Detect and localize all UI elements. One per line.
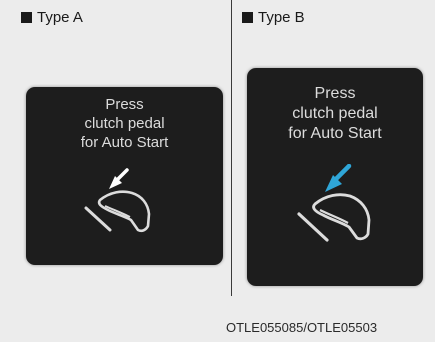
image-code: OTLE055085/OTLE05503 (226, 320, 378, 335)
type-a-display: Press clutch pedal for Auto Start (26, 87, 223, 265)
down-arrow-icon (109, 168, 129, 189)
type-b-panel: Type B Press clutch pedal for Auto Start (233, 0, 435, 342)
type-a-label-text: Type A (37, 9, 83, 26)
type-b-message: Press clutch pedal for Auto Start (247, 84, 423, 144)
foot-pressing-pedal-icon (297, 164, 371, 242)
message-line-1: Press (105, 96, 144, 113)
bullet-square-icon (21, 12, 32, 23)
type-a-panel: Type A Press clutch pedal for Auto Start (0, 0, 232, 342)
message-line-2: clutch pedal (292, 105, 378, 122)
type-a-message: Press clutch pedal for Auto Start (26, 96, 223, 152)
down-arrow-icon (325, 164, 352, 192)
bullet-square-icon (242, 12, 253, 23)
message-line-1: Press (314, 85, 356, 102)
type-b-display: Press clutch pedal for Auto Start (247, 68, 423, 286)
foot-pressing-pedal-icon (84, 168, 151, 233)
type-b-label-text: Type B (258, 9, 305, 26)
message-line-2: clutch pedal (84, 114, 165, 132)
message-line-3: for Auto Start (288, 125, 382, 142)
type-b-label: Type B (242, 9, 305, 26)
message-line-3: for Auto Start (80, 133, 169, 151)
type-a-label: Type A (21, 9, 83, 26)
